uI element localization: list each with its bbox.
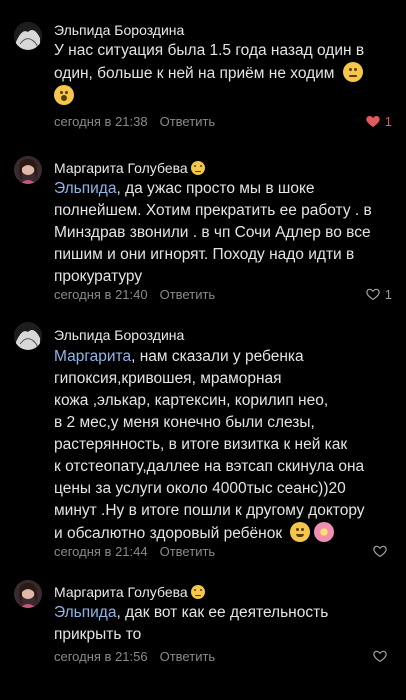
heart-icon xyxy=(366,116,380,127)
comment-line: цены за услуги около 4000тыс сеанс))20 xyxy=(54,480,346,497)
comment-line: прикрыть то xyxy=(54,626,142,643)
author-name[interactable]: Эльпида Бороздина xyxy=(54,22,184,38)
comment-line-text: , да ужас просто мы в шоке xyxy=(116,180,315,197)
flower-emoji-icon xyxy=(314,522,335,542)
comment-line: полнейшем. Хотим прекратить ее работу . … xyxy=(54,202,372,219)
comment-line: прокуратуру xyxy=(54,268,143,285)
like-button[interactable] xyxy=(372,648,392,664)
heart-outline-icon xyxy=(373,545,387,558)
avatar[interactable] xyxy=(14,322,42,350)
author-name[interactable]: Эльпида Бороздина xyxy=(54,327,184,343)
comment-meta: сегодня в 21:44 Ответить xyxy=(54,544,215,559)
comment-text: Эльпида, дак вот как ее деятельность при… xyxy=(54,602,394,646)
comment-line: Эльпида, дак вот как ее деятельность xyxy=(54,602,394,624)
comments-thread: Эльпида Бороздина У нас ситуация была 1.… xyxy=(0,0,406,700)
like-count: 1 xyxy=(384,286,392,302)
slightly-smiling-emoji-icon xyxy=(290,522,311,542)
like-button[interactable]: 1 xyxy=(365,286,392,302)
mention-link[interactable]: Эльпида xyxy=(54,180,116,197)
comment-line: растерянность, в итоге визитка к ней как xyxy=(54,436,348,453)
reply-button[interactable]: Ответить xyxy=(160,544,216,559)
avatar[interactable] xyxy=(14,22,42,50)
like-button[interactable] xyxy=(372,543,392,559)
comment-line: и обсалютно здоровый ребёнок xyxy=(54,522,394,545)
comment-time: сегодня в 21:40 xyxy=(54,287,148,302)
woozy-emoji-icon xyxy=(190,161,205,175)
astonished-emoji-icon xyxy=(54,85,74,105)
comment-line xyxy=(54,85,394,108)
reply-button[interactable]: Ответить xyxy=(160,114,216,129)
reply-button[interactable]: Ответить xyxy=(160,649,216,664)
like-count: 1 xyxy=(384,113,392,129)
comment-time: сегодня в 21:56 xyxy=(54,649,148,664)
comment-line: У нас ситуация была 1.5 года назад один … xyxy=(54,42,365,59)
comment-time: сегодня в 21:38 xyxy=(54,114,148,129)
mention-link[interactable]: Маргарита xyxy=(54,348,131,365)
author-name[interactable]: Маргарита Голубева xyxy=(54,584,205,600)
comment-line: пишим и они игнорят. Походу надо идти в xyxy=(54,246,355,263)
comment-line: Эльпида, да ужас просто мы в шоке xyxy=(54,178,394,200)
comment-text: Эльпида, да ужас просто мы в шоке полней… xyxy=(54,178,394,288)
mention-link[interactable]: Эльпида xyxy=(54,604,116,621)
comment-line: Маргарита, нам сказали у ребенка xyxy=(54,346,394,368)
heart-outline-icon xyxy=(373,650,387,663)
avatar[interactable] xyxy=(14,580,42,608)
comment-time: сегодня в 21:44 xyxy=(54,544,148,559)
reply-button[interactable]: Ответить xyxy=(160,287,216,302)
avatar[interactable] xyxy=(14,156,42,184)
comment-line: в 2 мес,у меня конечно были слезы, xyxy=(54,414,315,431)
author-name[interactable]: Маргарита Голубева xyxy=(54,160,205,176)
like-button[interactable]: 1 xyxy=(365,113,392,129)
comment-line-text: один, больше к ней на приём не ходим xyxy=(54,65,335,82)
comment-meta: сегодня в 21:56 Ответить xyxy=(54,649,215,664)
author-name-text: Маргарита Голубева xyxy=(54,584,188,600)
confounded-emoji-icon xyxy=(342,62,363,82)
heart-outline-icon xyxy=(366,288,380,301)
comment-line: один, больше к ней на приём не ходим xyxy=(54,62,394,85)
comment-line-text: и обсалютно здоровый ребёнок xyxy=(54,525,283,542)
woozy-emoji-icon xyxy=(190,585,205,599)
comment-line: гипоксия,кривошея, мраморная xyxy=(54,370,282,387)
comment-meta: сегодня в 21:38 Ответить xyxy=(54,114,215,129)
comment-line: минут .Ну в итоге пошли к другому доктор… xyxy=(54,502,365,519)
comment-line: к отстеопату,даллее на вэтсап скинула он… xyxy=(54,458,365,475)
comment-text: У нас ситуация была 1.5 года назад один … xyxy=(54,40,394,108)
comment-text: Маргарита, нам сказали у ребенка гипокси… xyxy=(54,346,394,545)
author-name-text: Маргарита Голубева xyxy=(54,160,188,176)
comment-line-text: , дак вот как ее деятельность xyxy=(116,604,329,621)
comment-meta: сегодня в 21:40 Ответить xyxy=(54,287,215,302)
comment-line: Минздрав звонили . в чп Сочи Адлер во вс… xyxy=(54,224,371,241)
comment-line: кожа ,элькар, картексин, корилип нео, xyxy=(54,392,329,409)
comment-line-text: , нам сказали у ребенка xyxy=(131,348,304,365)
